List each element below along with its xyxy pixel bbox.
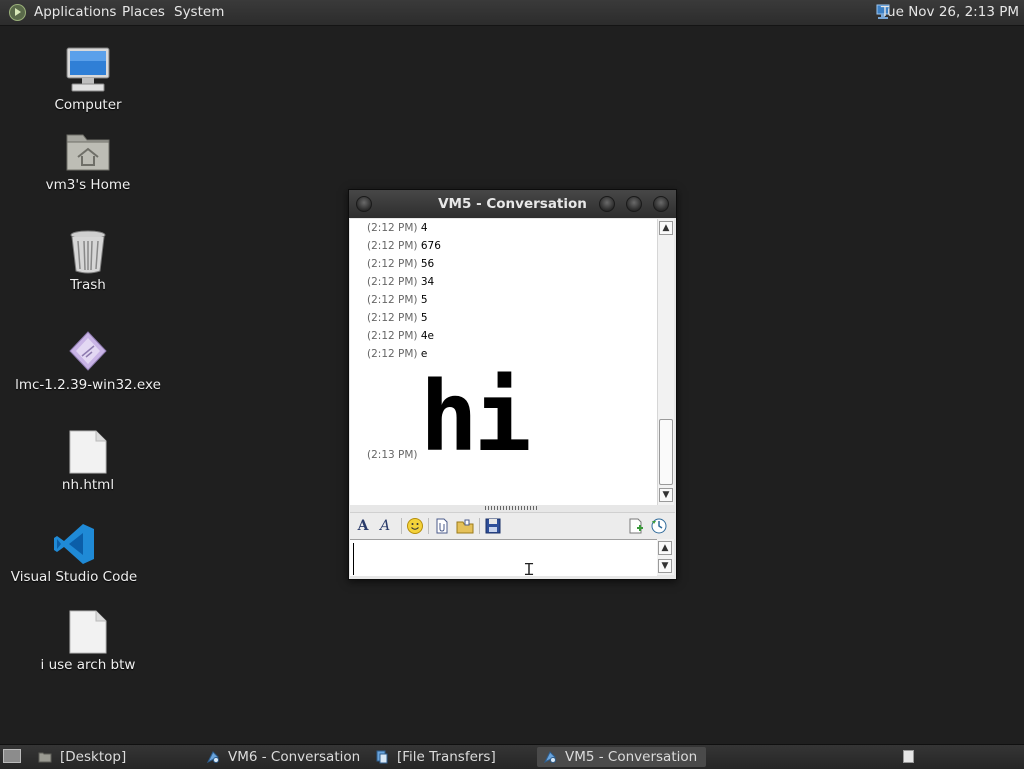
taskbar-item-vm5-conversation[interactable]: VM5 - Conversation bbox=[537, 747, 706, 767]
toolbar-separator bbox=[479, 518, 480, 534]
send-folder-icon[interactable] bbox=[456, 517, 474, 535]
scroll-up-icon[interactable]: ▲ bbox=[659, 221, 673, 235]
input-scrollbar[interactable]: ▲ ▼ bbox=[657, 539, 674, 575]
taskbar-item-label: VM5 - Conversation bbox=[565, 749, 698, 765]
scroll-thumb[interactable] bbox=[659, 419, 673, 485]
message-row: (2:12 PM) 5 bbox=[367, 311, 428, 325]
computer-icon bbox=[66, 47, 110, 92]
message-text: 34 bbox=[420, 276, 435, 288]
top-panel: Applications Places System Tue Nov 26, 2… bbox=[0, 0, 1024, 26]
desktop-icon-label: Trash bbox=[70, 277, 106, 293]
transfer-icon bbox=[376, 750, 388, 764]
message-text: 676 bbox=[420, 240, 441, 252]
trash-icon bbox=[70, 230, 106, 274]
message-time: (2:12 PM) bbox=[367, 276, 418, 288]
bottom-taskbar: [Desktop] VM6 - Conversation [File Trans… bbox=[0, 744, 1024, 769]
ibeam-cursor-icon: Ｉ bbox=[521, 560, 538, 579]
executable-icon bbox=[69, 331, 107, 371]
workspace-switcher-icon[interactable] bbox=[903, 750, 914, 763]
smiley-icon[interactable] bbox=[406, 517, 424, 535]
toolbar-separator bbox=[428, 518, 429, 534]
text-caret bbox=[353, 543, 354, 575]
font-style-icon[interactable]: A bbox=[376, 517, 394, 535]
desktop-icon-label: nh.html bbox=[61, 477, 115, 493]
desktop-icon-nh-html[interactable]: nh.html bbox=[8, 428, 168, 504]
desktop-icon-label: Visual Studio Code bbox=[10, 569, 138, 585]
file-icon bbox=[69, 430, 107, 474]
message-row: (2:12 PM) 34 bbox=[367, 275, 434, 289]
taskbar-item-vm6-conversation[interactable]: VM6 - Conversation bbox=[200, 747, 365, 767]
message-time: (2:12 PM) bbox=[367, 258, 418, 270]
message-row: (2:12 PM) 5 bbox=[367, 293, 428, 307]
pane-resize-handle[interactable] bbox=[485, 506, 539, 510]
file-icon bbox=[69, 610, 107, 654]
message-input[interactable] bbox=[350, 539, 657, 576]
message-row: (2:12 PM) 4e bbox=[367, 329, 434, 343]
history-scrollbar[interactable]: ▲ ▼ bbox=[657, 219, 674, 505]
message-time: (2:12 PM) bbox=[367, 240, 418, 252]
close-button[interactable] bbox=[653, 196, 669, 212]
clear-icon[interactable] bbox=[627, 517, 645, 535]
font-icon[interactable]: A bbox=[354, 517, 372, 535]
message-time: (2:12 PM) bbox=[367, 312, 418, 324]
minimize-button[interactable] bbox=[599, 196, 615, 212]
message-time: (2:13 PM) bbox=[367, 449, 418, 461]
toolbar-separator bbox=[401, 518, 402, 534]
taskbar-item-label: [File Transfers] bbox=[397, 749, 496, 765]
message-time: (2:12 PM) bbox=[367, 294, 418, 306]
chat-icon bbox=[206, 751, 219, 764]
history-icon[interactable] bbox=[650, 517, 668, 535]
message-history: (2:12 PM) 4 (2:12 PM) 676 (2:12 PM) 56 (… bbox=[350, 219, 657, 505]
message-text: e bbox=[420, 348, 428, 360]
vscode-icon bbox=[54, 524, 94, 564]
desktop-icon-home[interactable]: vm3's Home bbox=[8, 127, 168, 203]
message-text: 5 bbox=[420, 312, 428, 324]
message-time: (2:12 PM) bbox=[367, 330, 418, 342]
message-row: (2:13 PM) bbox=[367, 448, 418, 462]
message-text: 5 bbox=[420, 294, 428, 306]
desktop-icon-label: vm3's Home bbox=[45, 177, 131, 193]
message-row: (2:12 PM) 676 bbox=[367, 239, 441, 253]
scroll-up-icon[interactable]: ▲ bbox=[658, 541, 672, 555]
large-message-text: hi bbox=[420, 361, 532, 473]
scroll-down-icon[interactable]: ▼ bbox=[659, 488, 673, 502]
desktop-icon-label: i use arch btw bbox=[40, 657, 136, 673]
conversation-window: VM5 - Conversation (2:12 PM) 4 (2:12 PM)… bbox=[348, 189, 677, 580]
clock[interactable]: Tue Nov 26, 2:13 PM bbox=[881, 0, 1019, 25]
message-text: 4 bbox=[420, 222, 428, 234]
message-time: (2:12 PM) bbox=[367, 222, 418, 234]
desktop-icon-lmc-exe[interactable]: lmc-1.2.39-win32.exe bbox=[8, 328, 168, 404]
save-icon[interactable] bbox=[484, 517, 502, 535]
message-text: 56 bbox=[420, 258, 435, 270]
maximize-button[interactable] bbox=[626, 196, 642, 212]
message-row: (2:12 PM) 56 bbox=[367, 257, 434, 271]
window-titlebar[interactable]: VM5 - Conversation bbox=[349, 190, 676, 218]
home-folder-icon bbox=[66, 134, 110, 171]
taskbar-item-desktop[interactable]: [Desktop] bbox=[32, 747, 194, 767]
attach-file-icon[interactable] bbox=[433, 517, 451, 535]
message-text: 4e bbox=[420, 330, 434, 342]
desktop-icon-vscode[interactable]: Visual Studio Code bbox=[0, 520, 154, 596]
desktop-icon-label: lmc-1.2.39-win32.exe bbox=[15, 377, 161, 393]
desktop-icon-trash[interactable]: Trash bbox=[8, 227, 168, 303]
message-row: (2:12 PM) e bbox=[367, 347, 427, 361]
format-toolbar: A A bbox=[350, 512, 675, 539]
desktop-icon-label: Computer bbox=[54, 97, 122, 113]
message-row: (2:12 PM) 4 bbox=[367, 221, 428, 235]
show-desktop-icon[interactable] bbox=[3, 749, 21, 763]
desktop-icon-computer[interactable]: Computer bbox=[8, 44, 168, 120]
gnome-foot-icon[interactable] bbox=[9, 4, 26, 21]
taskbar-item-label: VM6 - Conversation bbox=[228, 749, 361, 765]
message-time: (2:12 PM) bbox=[367, 348, 418, 360]
menu-applications[interactable]: Applications bbox=[34, 0, 116, 25]
taskbar-item-file-transfers[interactable]: [File Transfers] bbox=[369, 747, 534, 767]
chat-icon bbox=[543, 751, 556, 764]
menu-places[interactable]: Places bbox=[122, 0, 165, 25]
desktop-icon-arch-file[interactable]: i use arch btw bbox=[8, 608, 168, 684]
taskbar-item-label: [Desktop] bbox=[60, 749, 127, 765]
scroll-down-icon[interactable]: ▼ bbox=[658, 559, 672, 573]
folder-icon bbox=[38, 752, 52, 763]
menu-system[interactable]: System bbox=[174, 0, 224, 25]
